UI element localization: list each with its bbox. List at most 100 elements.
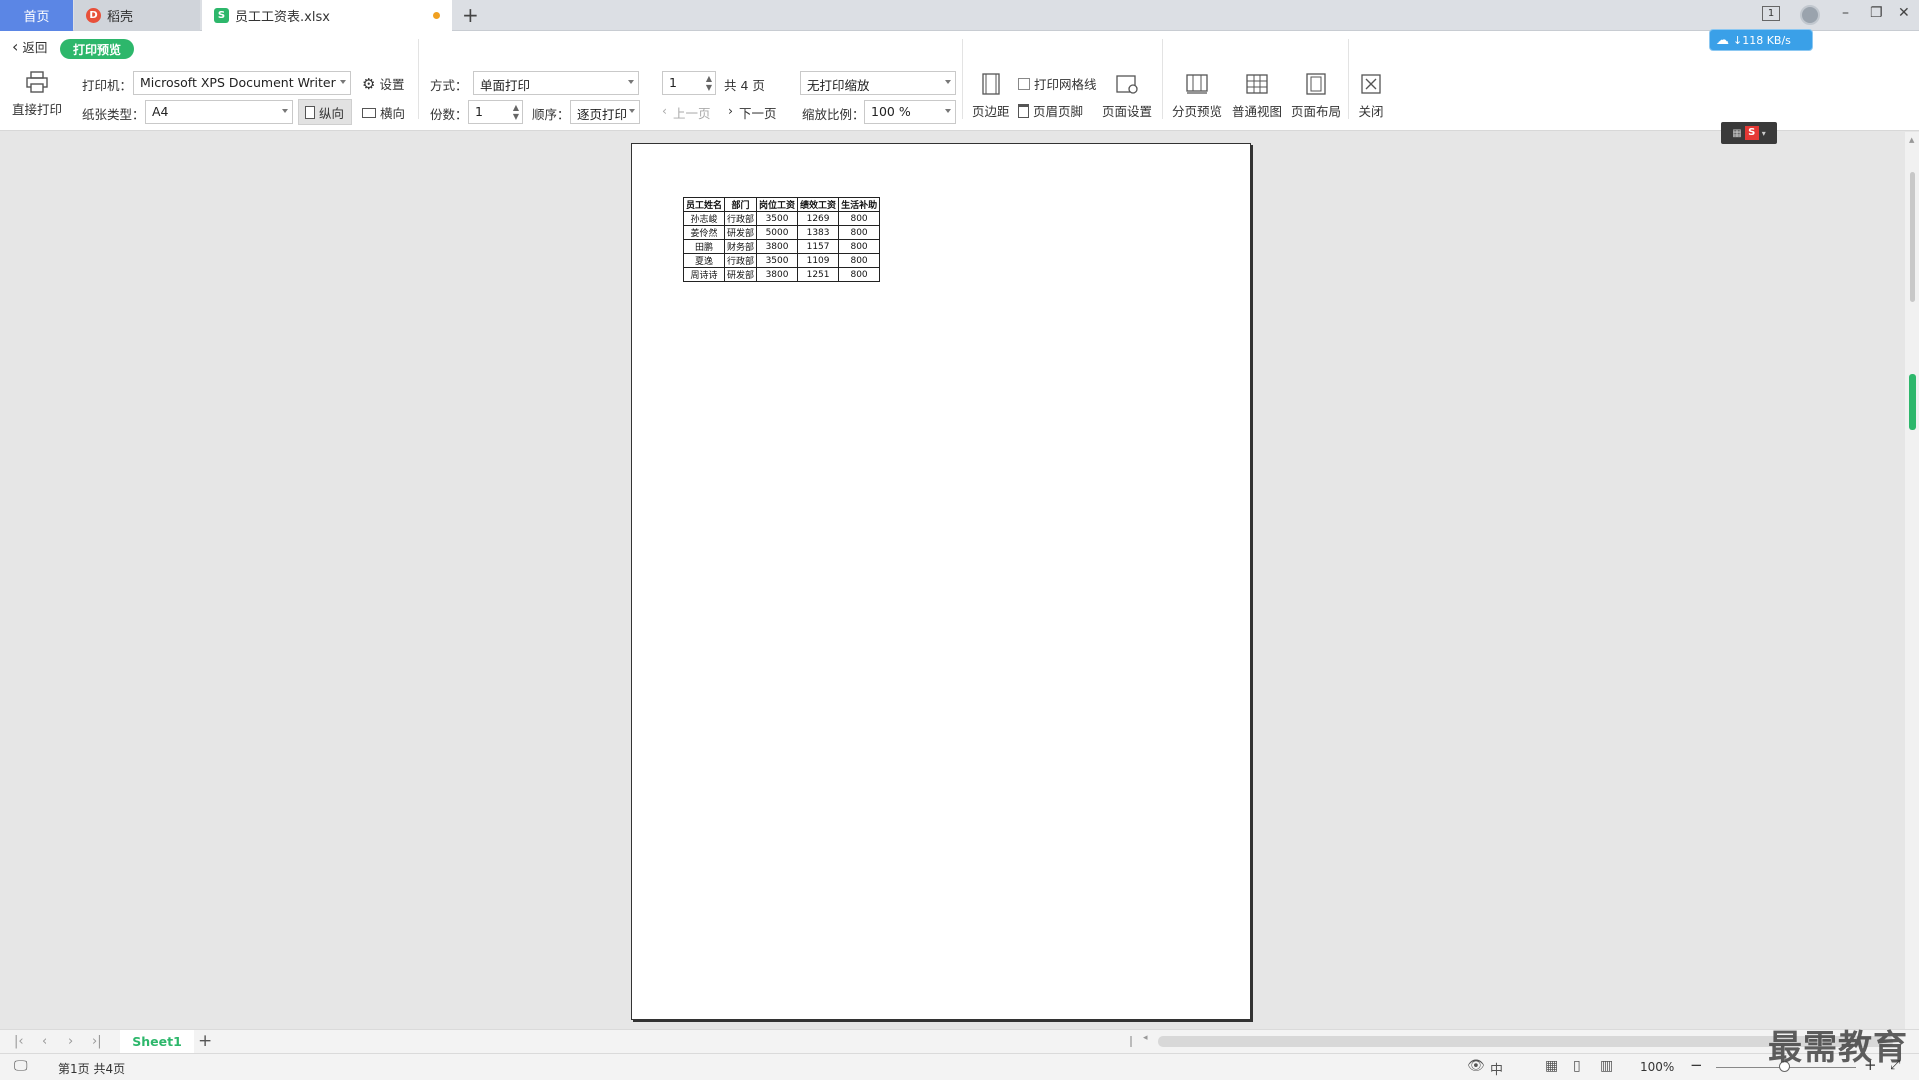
table-cell: 孙志峻: [682, 211, 726, 226]
landscape-label: 横向: [380, 106, 406, 121]
tab-docer[interactable]: D 稻壳: [74, 0, 200, 31]
zoom-level[interactable]: 100%: [1640, 1060, 1674, 1074]
table-cell: 研发部: [724, 267, 758, 282]
normal-view-button[interactable]: 普通视图: [1232, 71, 1282, 120]
table-cell: 800: [838, 267, 881, 282]
table-cell: 1109: [797, 253, 840, 268]
prev-page-label: 上一页: [673, 106, 711, 121]
page-layout-icon[interactable]: ▯: [1573, 1058, 1581, 1074]
chevron-down-icon: [282, 109, 288, 113]
back-label: 返回: [22, 40, 48, 55]
close-window-button[interactable]: ✕: [1898, 5, 1910, 21]
new-tab-button[interactable]: +: [462, 3, 479, 27]
page-setup-button[interactable]: 页面设置: [1102, 71, 1152, 120]
divider: [962, 39, 963, 119]
table-cell: 姜伶然: [682, 225, 726, 240]
status-bar: 🖵 第1页 共4页 👁 中 ▦ ▯ ▥ 100% − + ⤢: [0, 1053, 1919, 1080]
table-cell: 1383: [797, 225, 840, 240]
table-cell: 田鹏: [682, 239, 726, 254]
print-order-select[interactable]: 逐页打印: [570, 100, 640, 124]
next-page-button[interactable]: › 下一页: [728, 103, 777, 122]
order-label: 顺序：: [532, 107, 570, 122]
gear-icon: ⚙: [362, 74, 376, 93]
table-row: 周诗诗 研发部 3800 1251 800: [682, 267, 881, 282]
header-footer-button[interactable]: 页眉页脚: [1018, 101, 1083, 120]
portrait-label: 纵向: [319, 105, 345, 121]
page-break-icon[interactable]: ▥: [1600, 1058, 1613, 1074]
table-header-cell: 岗位工资: [756, 197, 799, 212]
table-cell: 财务部: [724, 239, 758, 254]
page-layout-button[interactable]: 页面布局: [1291, 71, 1341, 120]
sogou-icon: S: [1744, 126, 1759, 140]
table-cell: 1251: [797, 267, 840, 282]
tab-file[interactable]: S 员工工资表.xlsx: [202, 0, 452, 31]
page-count-button[interactable]: 1: [1762, 6, 1780, 21]
copies-input[interactable]: 1 ▲ ▼: [468, 100, 523, 124]
paper-type-select[interactable]: A4: [145, 100, 293, 124]
zoom-out-icon[interactable]: −: [1690, 1056, 1703, 1074]
restore-button[interactable]: ❐: [1870, 5, 1883, 21]
zoom-ratio-value: 100 %: [871, 104, 911, 119]
eye-icon[interactable]: 👁: [1467, 1058, 1485, 1074]
direct-print-label: 直接打印: [12, 102, 63, 117]
first-sheet-icon[interactable]: |‹: [14, 1034, 24, 1049]
next-page-label: 下一页: [739, 106, 777, 121]
normal-view-icon[interactable]: ▦: [1545, 1058, 1558, 1074]
close-preview-button[interactable]: 关闭: [1358, 71, 1384, 120]
prev-page-button[interactable]: ‹ 上一页: [662, 103, 711, 122]
header-footer-icon: [1018, 103, 1029, 118]
chevron-down-icon: [628, 80, 634, 84]
preview-area: ▦ S ▾ 员工姓名 部门 岗位工资 绩效工资 生活补助 孙志峻 行政部 350…: [0, 122, 1905, 1029]
download-speed-badge[interactable]: ☁ ↓118 KB/s: [1709, 29, 1813, 51]
portrait-button[interactable]: 纵向: [298, 99, 352, 125]
ime-toolbar[interactable]: ▦ S ▾: [1721, 122, 1777, 144]
table-cell: 3500: [756, 253, 799, 268]
table-cell: 行政部: [724, 211, 758, 226]
table-cell: 行政部: [724, 253, 758, 268]
settings-button[interactable]: ⚙ 设置: [362, 74, 404, 93]
table-cell: 5000: [756, 225, 799, 240]
table-cell: 800: [838, 239, 881, 254]
sheet-tab-sheet1[interactable]: Sheet1: [120, 1030, 194, 1053]
scale-mode-select[interactable]: 无打印缩放: [800, 71, 956, 95]
vertical-scrollbar[interactable]: ▲: [1905, 132, 1919, 1029]
avatar[interactable]: [1800, 5, 1820, 25]
chevron-right-icon[interactable]: ›: [68, 1034, 73, 1049]
page-setup-label: 页面设置: [1102, 104, 1153, 119]
chevron-down-icon: [629, 109, 635, 113]
table-row: 姜伶然 研发部 5000 1383 800: [682, 225, 881, 240]
add-sheet-icon[interactable]: +: [198, 1031, 212, 1051]
minimize-button[interactable]: –: [1842, 5, 1849, 21]
direct-print-button[interactable]: 直接打印: [12, 69, 62, 118]
ime-status[interactable]: 中: [1490, 1059, 1503, 1078]
checkbox-icon: [1018, 77, 1030, 90]
header-footer-label: 页眉页脚: [1033, 104, 1084, 119]
splitter-handle[interactable]: [1130, 1036, 1132, 1047]
table-row: 夏逸 行政部 3500 1109 800: [682, 253, 881, 268]
printer-select[interactable]: Microsoft XPS Document Writer: [133, 71, 351, 95]
print-method-value: 单面打印: [480, 78, 531, 93]
chevron-left-icon: ‹: [662, 103, 667, 118]
download-speed-label: ↓118 KB/s: [1733, 33, 1791, 47]
margins-button[interactable]: 页边距: [972, 71, 1010, 120]
print-gridlines-label: 打印网格线: [1034, 77, 1097, 92]
scroll-up-icon[interactable]: ▲: [1909, 136, 1914, 144]
scroll-track: [1910, 172, 1915, 302]
chevron-left-icon[interactable]: ‹: [42, 1034, 47, 1049]
tab-home[interactable]: 首页: [0, 0, 73, 31]
scroll-thumb[interactable]: [1909, 374, 1916, 430]
page-number-input[interactable]: 1 ▲ ▼: [662, 71, 716, 95]
back-button[interactable]: ‹ 返回: [12, 37, 47, 56]
monitor-icon[interactable]: 🖵: [14, 1058, 28, 1074]
print-gridlines-checkbox[interactable]: 打印网格线: [1018, 74, 1097, 93]
last-sheet-icon[interactable]: ›|: [92, 1034, 102, 1049]
normal-view-label: 普通视图: [1232, 104, 1283, 119]
table-cell: 1157: [797, 239, 840, 254]
landscape-button[interactable]: 横向: [362, 103, 405, 122]
zoom-ratio-select[interactable]: 100 %: [864, 100, 956, 124]
landscape-page-icon: [362, 107, 376, 118]
scroll-left-icon[interactable]: ◂: [1143, 1033, 1148, 1043]
print-method-select[interactable]: 单面打印: [473, 71, 639, 95]
page-break-preview-button[interactable]: 分页预览: [1172, 71, 1222, 120]
sheet-tab-bar: |‹ ‹ › ›| Sheet1 + ◂: [0, 1029, 1919, 1053]
